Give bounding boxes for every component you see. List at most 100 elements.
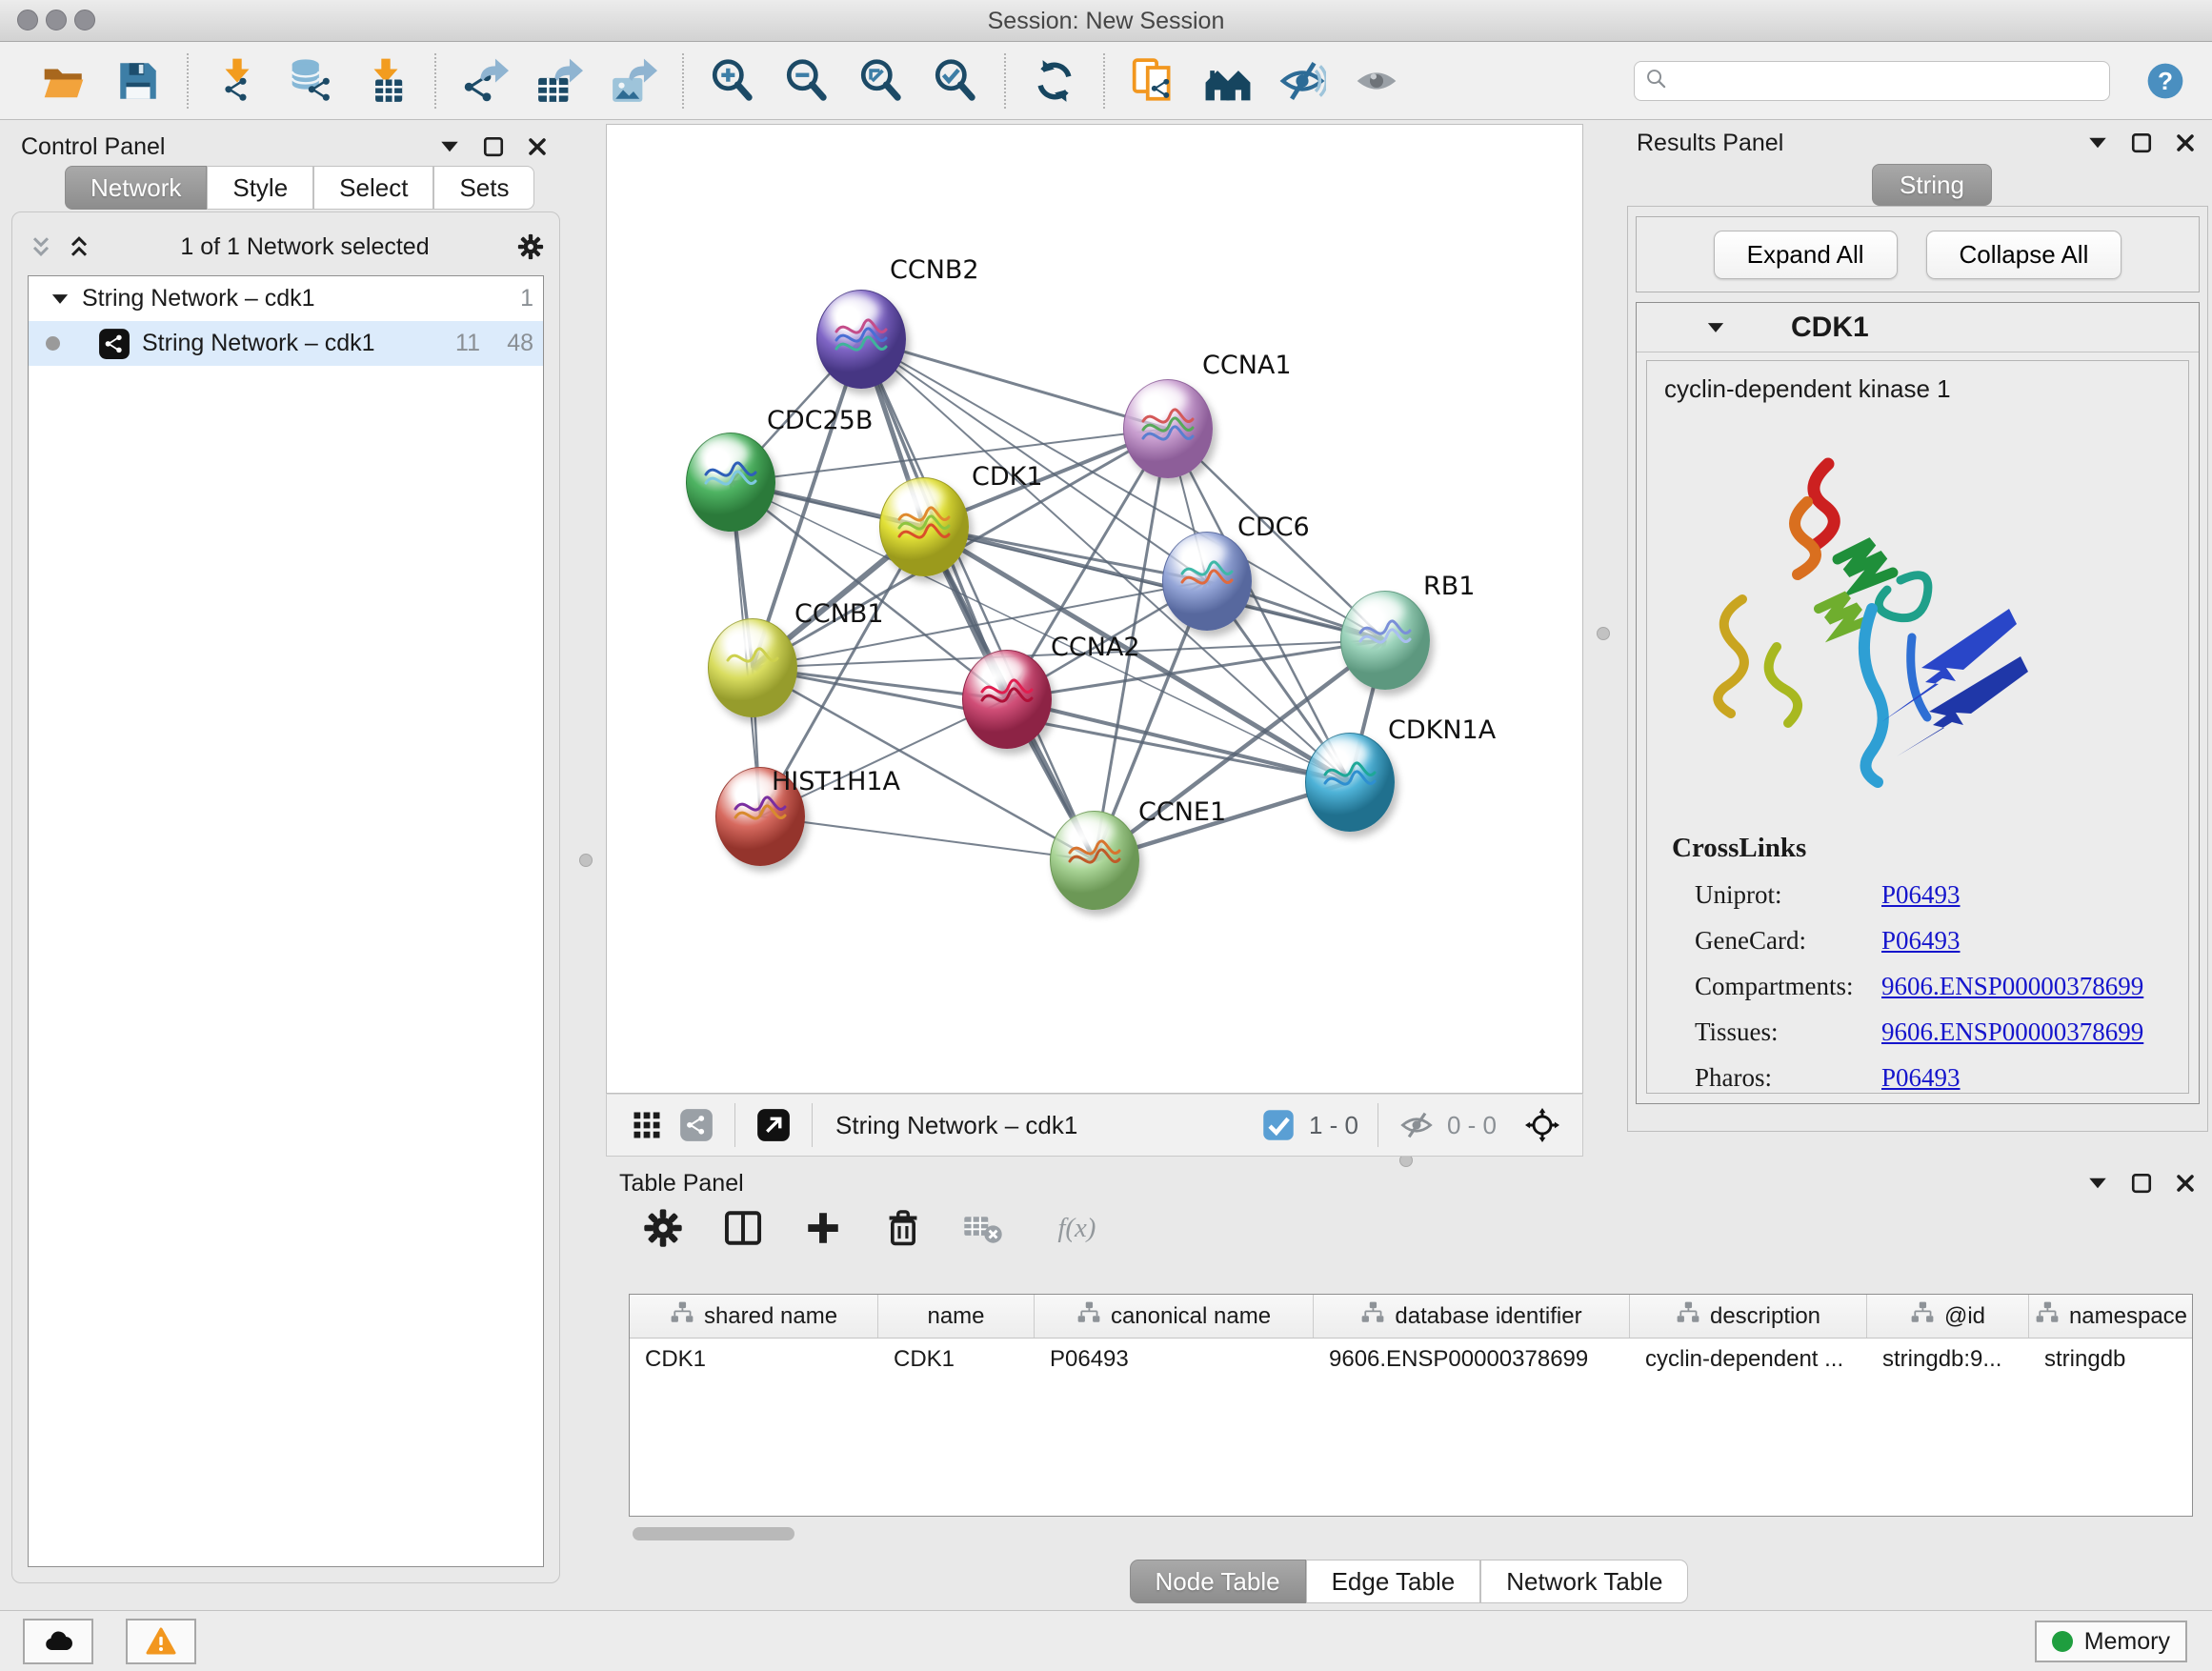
splitter-handle[interactable] — [579, 854, 593, 867]
network-node-CDKN1A[interactable] — [1305, 733, 1395, 832]
panel-menu-icon[interactable] — [436, 133, 463, 160]
search-box[interactable] — [1634, 61, 2110, 101]
splitter-handle[interactable] — [1597, 627, 1610, 640]
tab-network-table[interactable]: Network Table — [1480, 1560, 1688, 1603]
network-collection-row[interactable]: String Network – cdk1 1 — [29, 276, 543, 321]
crosslink-link[interactable]: P06493 — [1881, 880, 1961, 910]
search-input[interactable] — [1669, 62, 2109, 100]
export-network-icon[interactable] — [461, 57, 509, 105]
panel-float-icon[interactable] — [2128, 1170, 2155, 1197]
hide-selected-icon[interactable] — [1278, 57, 1326, 105]
add-column-icon[interactable] — [803, 1208, 843, 1248]
network-node-CDC6[interactable] — [1162, 532, 1252, 631]
tab-edge-table[interactable]: Edge Table — [1306, 1560, 1481, 1603]
cell[interactable]: CDK1 — [630, 1339, 878, 1380]
table-row[interactable]: CDK1CDK1P064939606.ENSP00000378699cyclin… — [630, 1339, 2192, 1380]
tab-sets[interactable]: Sets — [433, 166, 534, 210]
cell[interactable]: 9606.ENSP00000378699 — [1314, 1339, 1630, 1380]
column-header-shared-name[interactable]: shared name — [630, 1295, 878, 1338]
detach-view-icon[interactable] — [756, 1108, 791, 1142]
panel-float-icon[interactable] — [480, 133, 507, 160]
expand-all-button[interactable]: Expand All — [1714, 231, 1898, 279]
zoom-out-icon[interactable] — [783, 57, 831, 105]
import-table-from-file-icon[interactable] — [362, 57, 410, 105]
tab-node-table[interactable]: Node Table — [1130, 1560, 1306, 1603]
search-icon — [1644, 67, 1669, 96]
cell[interactable]: CDK1 — [878, 1339, 1035, 1380]
import-network-from-database-icon[interactable] — [288, 57, 335, 105]
expand-all-icon[interactable] — [66, 233, 92, 260]
open-session-icon[interactable] — [40, 57, 88, 105]
tab-string[interactable]: String — [1872, 164, 1992, 206]
apply-preferred-layout-icon[interactable] — [1031, 57, 1078, 105]
crosslink-link[interactable]: P06493 — [1881, 926, 1961, 956]
warnings-button[interactable] — [126, 1619, 196, 1664]
network-node-CCNE1[interactable] — [1050, 811, 1139, 910]
protein-thumbnail — [731, 791, 790, 842]
save-session-icon[interactable] — [114, 57, 162, 105]
export-image-icon[interactable] — [610, 57, 657, 105]
panel-close-icon[interactable] — [524, 133, 551, 160]
zoom-in-icon[interactable] — [709, 57, 756, 105]
panel-close-icon[interactable] — [2172, 1170, 2199, 1197]
network-node-CCNA2[interactable] — [962, 650, 1052, 749]
memory-button[interactable]: Memory — [2035, 1621, 2187, 1662]
panel-float-icon[interactable] — [2128, 130, 2155, 156]
column-header-name[interactable]: name — [878, 1295, 1035, 1338]
column-header-description[interactable]: description — [1630, 1295, 1867, 1338]
network-node-CDC25B[interactable] — [686, 433, 775, 532]
protein-thumbnail — [977, 674, 1036, 725]
network-node-CDK1[interactable] — [879, 477, 969, 576]
crosslink-label: Pharos: — [1672, 1063, 1881, 1093]
network-node-CCNB2[interactable] — [816, 290, 906, 389]
network-view-canvas[interactable]: CCNB2CCNA1CDC25BCDK1CDC6RB1CCNB1CCNA2CDK… — [606, 124, 1583, 1094]
zoom-selected-icon[interactable] — [932, 57, 979, 105]
cloud-status-button[interactable] — [23, 1619, 93, 1664]
gene-collapse-icon[interactable] — [1703, 315, 1728, 340]
scrollbar-thumb[interactable] — [633, 1527, 794, 1540]
gene-section-header[interactable]: CDK1 — [1637, 303, 2199, 352]
column-header-canonical-name[interactable]: canonical name — [1035, 1295, 1314, 1338]
function-builder-icon: f(x) — [1043, 1208, 1110, 1248]
help-button[interactable]: ? — [2145, 61, 2185, 101]
export-table-icon[interactable] — [535, 57, 583, 105]
network-node-CCNB1[interactable] — [708, 618, 797, 717]
column-header--id[interactable]: @id — [1867, 1295, 2029, 1338]
selected-items-checkbox-icon[interactable] — [1261, 1108, 1296, 1142]
grid-view-icon[interactable] — [630, 1108, 664, 1142]
panel-menu-icon[interactable] — [2084, 130, 2111, 156]
birdseye-view-icon[interactable] — [1525, 1108, 1559, 1142]
zoom-fit-content-icon[interactable] — [857, 57, 905, 105]
panel-close-icon[interactable] — [2172, 130, 2199, 156]
column-header-database-identifier[interactable]: database identifier — [1314, 1295, 1630, 1338]
collapse-all-button[interactable]: Collapse All — [1926, 231, 2122, 279]
show-columns-icon[interactable] — [723, 1208, 763, 1248]
collection-expand-icon[interactable] — [48, 287, 72, 312]
network-node-RB1[interactable] — [1340, 591, 1430, 690]
crosslink-link[interactable]: P06493 — [1881, 1063, 1961, 1093]
crosslink-link[interactable]: 9606.ENSP00000378699 — [1881, 972, 2143, 1001]
column-header-namespace[interactable]: namespace — [2029, 1295, 2193, 1338]
cell[interactable]: P06493 — [1035, 1339, 1314, 1380]
delete-column-icon[interactable] — [883, 1208, 923, 1248]
shared-column-tree-icon — [2035, 1300, 2060, 1332]
network-node-CCNA1[interactable] — [1123, 379, 1213, 478]
tab-select[interactable]: Select — [313, 166, 433, 210]
network-options-gear-icon[interactable] — [517, 233, 544, 260]
cell[interactable]: stringdb:9... — [1867, 1339, 2029, 1380]
collapse-all-icon[interactable] — [28, 233, 54, 260]
tab-network[interactable]: Network — [65, 166, 207, 210]
memory-label: Memory — [2084, 1628, 2170, 1656]
network-row[interactable]: String Network – cdk1 11 48 — [29, 321, 543, 366]
first-neighbors-icon[interactable] — [1204, 57, 1252, 105]
panel-menu-icon[interactable] — [2084, 1170, 2111, 1197]
tab-style[interactable]: Style — [207, 166, 313, 210]
horizontal-scrollbar[interactable] — [629, 1524, 2193, 1543]
cell[interactable]: stringdb — [2029, 1339, 2193, 1380]
import-network-from-file-icon[interactable] — [213, 57, 261, 105]
crosslink-link[interactable]: 9606.ENSP00000378699 — [1881, 1017, 2143, 1047]
new-network-from-selection-icon[interactable] — [1130, 57, 1177, 105]
network-view-mode-icon[interactable] — [679, 1108, 714, 1142]
table-options-gear-icon[interactable] — [643, 1208, 683, 1248]
cell[interactable]: cyclin-dependent ... — [1630, 1339, 1867, 1380]
